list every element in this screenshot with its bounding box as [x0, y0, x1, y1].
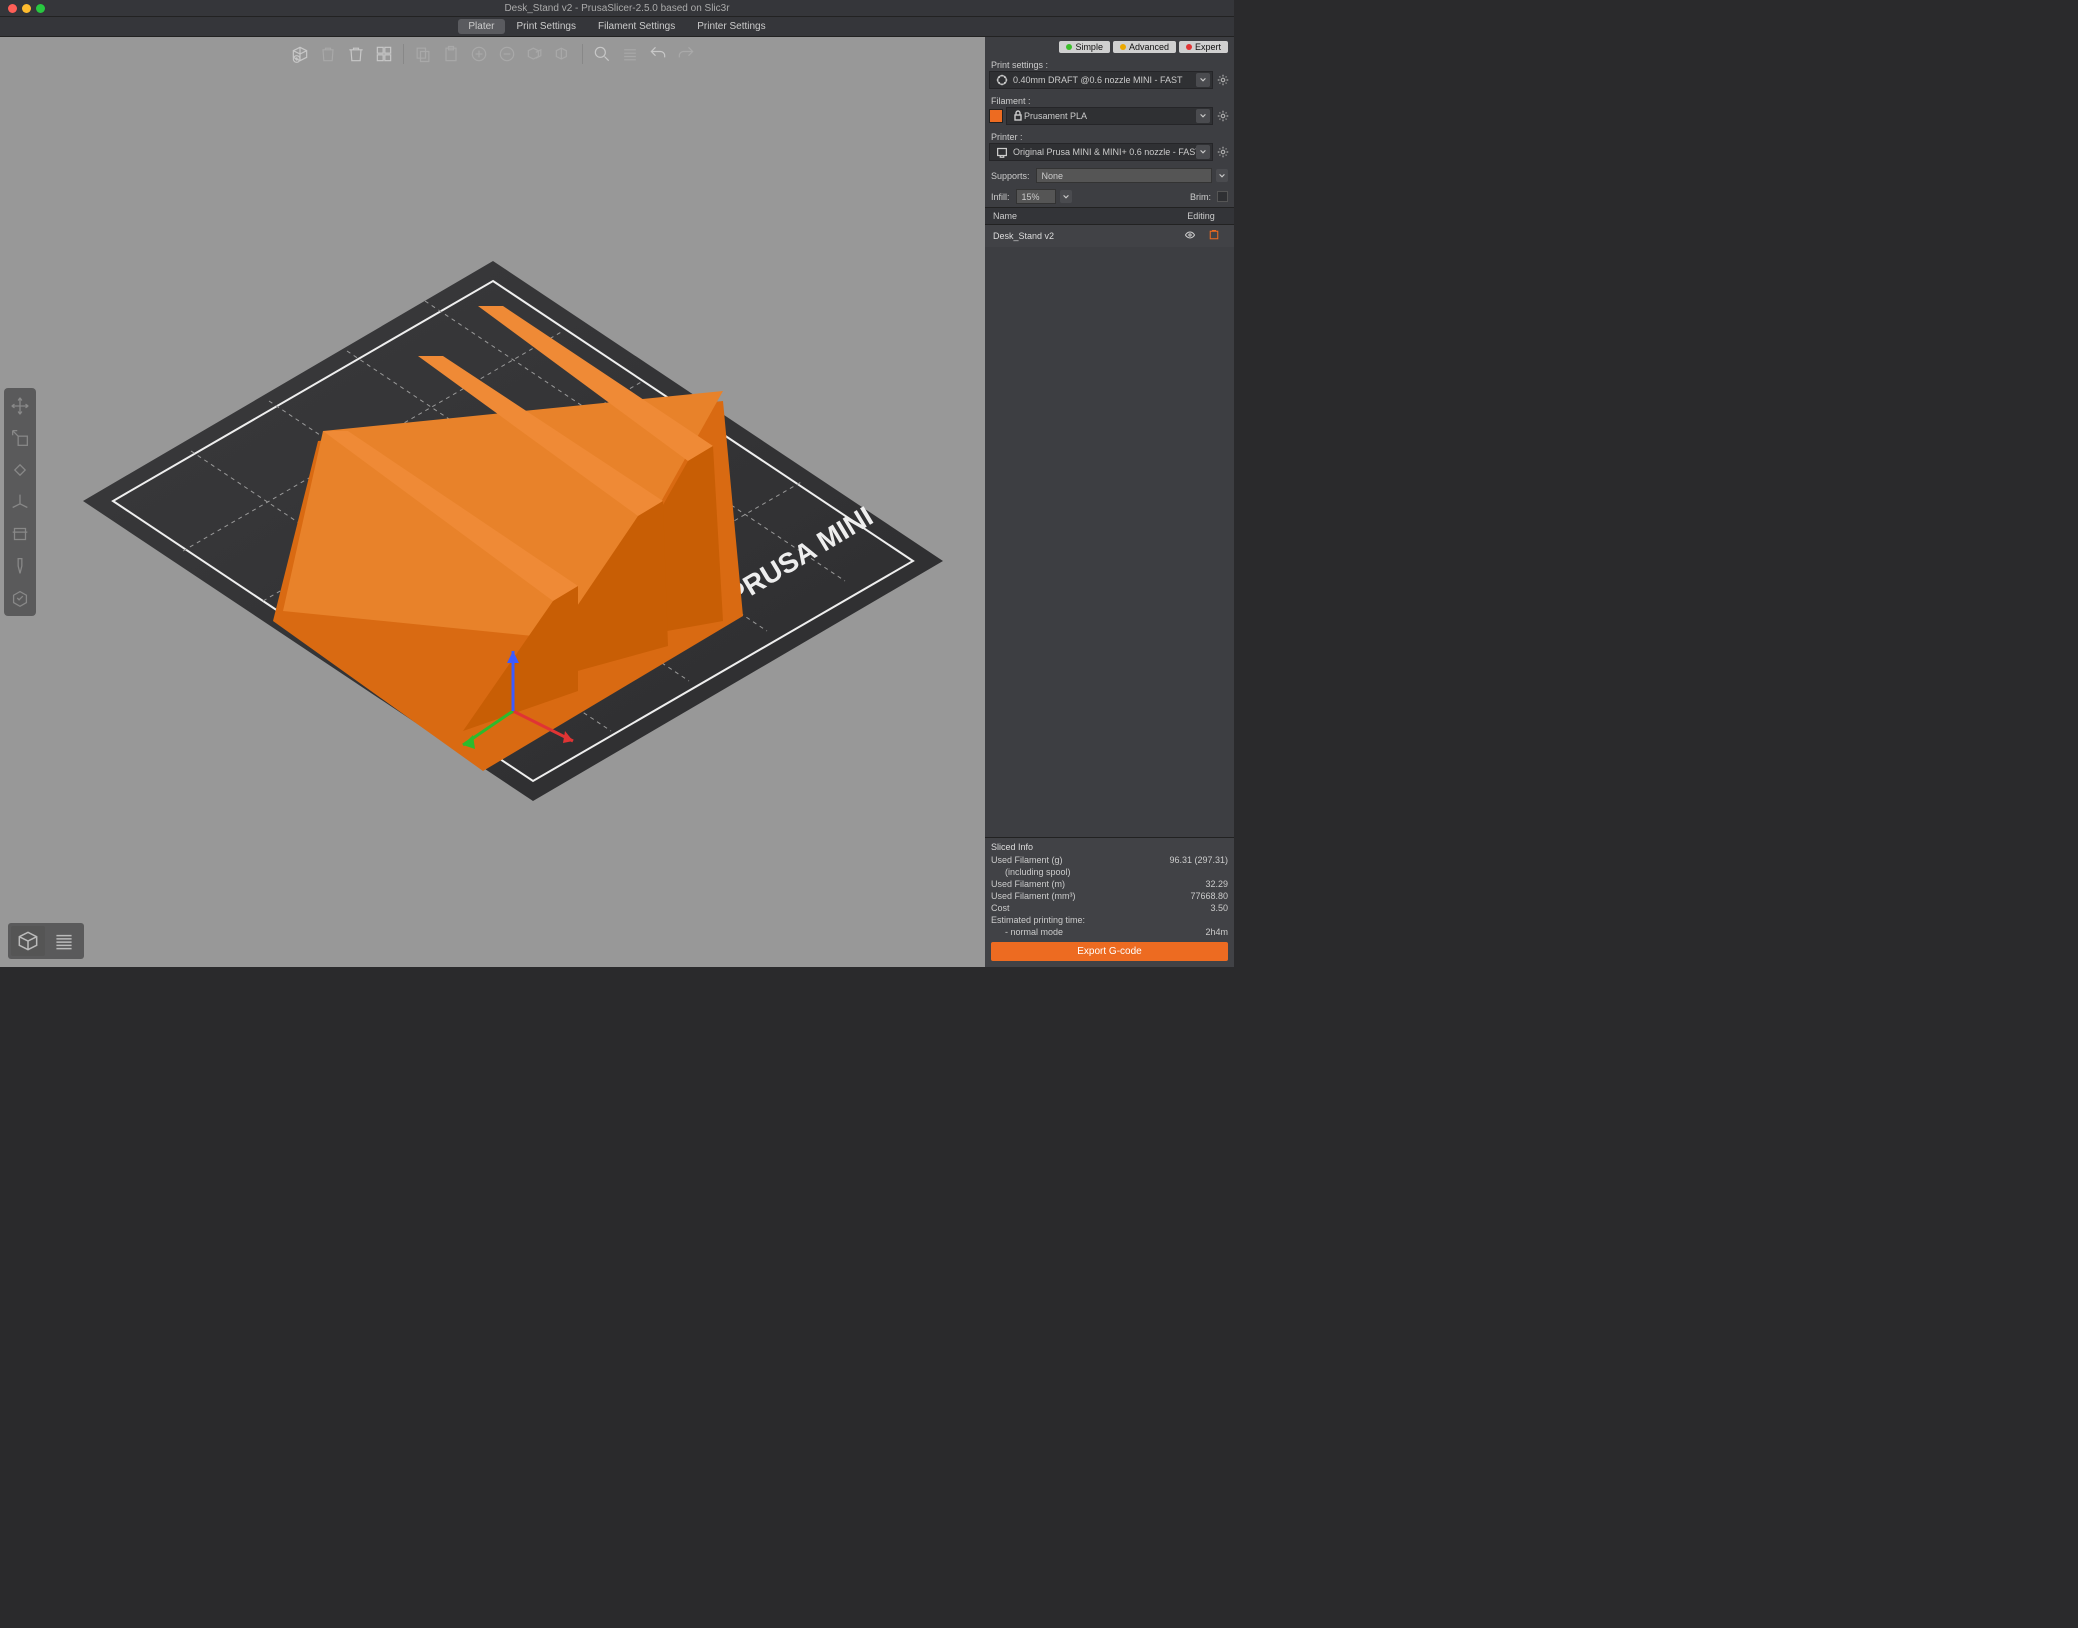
seam-painting-button[interactable]	[6, 584, 34, 612]
edit-icon[interactable]	[1202, 229, 1226, 243]
main-tab-bar: Plater Print Settings Filament Settings …	[0, 17, 1234, 37]
instance-remove-button[interactable]	[494, 42, 520, 66]
title-bar: Desk_Stand v2 - PrusaSlicer-2.5.0 based …	[0, 0, 1234, 17]
paste-button[interactable]	[438, 42, 464, 66]
view-mode-toggle	[8, 923, 84, 959]
column-editing: Editing	[1176, 211, 1226, 221]
chevron-down-icon	[1196, 145, 1210, 159]
object-list-header: Name Editing	[985, 207, 1234, 225]
delete-all-button[interactable]	[343, 42, 369, 66]
sidebar: Simple Advanced Expert Print settings : …	[985, 37, 1234, 967]
chevron-down-icon	[1216, 169, 1228, 182]
printer-dropdown[interactable]: Original Prusa MINI & MINI+ 0.6 nozzle -…	[989, 143, 1213, 161]
add-button[interactable]	[287, 42, 313, 66]
split-objects-button[interactable]	[522, 42, 548, 66]
chevron-down-icon	[1196, 73, 1210, 87]
object-list-area	[985, 247, 1234, 837]
edit-print-settings-button[interactable]	[1216, 73, 1230, 87]
tab-print-settings[interactable]: Print Settings	[507, 19, 586, 34]
top-toolbar	[287, 42, 699, 66]
copy-button[interactable]	[410, 42, 436, 66]
brim-checkbox[interactable]	[1217, 191, 1228, 202]
edit-printer-button[interactable]	[1216, 145, 1230, 159]
filament-label: Filament :	[985, 93, 1234, 107]
variable-layer-button[interactable]	[617, 42, 643, 66]
window-close-button[interactable]	[8, 4, 17, 13]
view-3d-editor-button[interactable]	[11, 926, 45, 956]
build-plate-scene: ORIGINAL PRUSA MINI	[0, 37, 985, 967]
chevron-down-icon	[1196, 109, 1210, 123]
scale-gizmo-button[interactable]	[6, 424, 34, 452]
3d-viewport[interactable]: ORIGINAL PRUSA MINI	[0, 37, 985, 967]
supports-dropdown[interactable]: None	[1036, 168, 1212, 183]
tab-printer-settings[interactable]: Printer Settings	[687, 19, 775, 34]
toolbar-separator	[403, 44, 404, 64]
left-gizmo-toolbar	[4, 388, 36, 616]
edit-filament-button[interactable]	[1216, 109, 1230, 123]
infill-label: Infill:	[991, 192, 1010, 202]
chevron-down-icon	[1060, 190, 1072, 203]
sliced-info-title: Sliced Info	[991, 842, 1228, 854]
column-name: Name	[993, 211, 1176, 221]
paint-supports-button[interactable]	[6, 552, 34, 580]
object-name: Desk_Stand v2	[993, 231, 1178, 241]
print-settings-value: 0.40mm DRAFT @0.6 nozzle MINI - FAST	[1013, 75, 1183, 85]
window-title: Desk_Stand v2 - PrusaSlicer-2.5.0 based …	[504, 3, 729, 14]
system-preset-icon	[995, 73, 1009, 87]
filament-dropdown[interactable]: Prusament PLA	[1006, 107, 1213, 125]
split-parts-button[interactable]	[550, 42, 576, 66]
instance-add-button[interactable]	[466, 42, 492, 66]
rotate-gizmo-button[interactable]	[6, 456, 34, 484]
window-maximize-button[interactable]	[36, 4, 45, 13]
brim-label: Brim:	[1190, 192, 1211, 202]
tab-plater[interactable]: Plater	[458, 19, 504, 34]
infill-dropdown[interactable]: 15%	[1016, 189, 1056, 204]
redo-button[interactable]	[673, 42, 699, 66]
tab-filament-settings[interactable]: Filament Settings	[588, 19, 685, 34]
print-settings-label: Print settings :	[985, 57, 1234, 71]
mode-advanced-button[interactable]: Advanced	[1113, 41, 1176, 53]
supports-label: Supports:	[991, 171, 1030, 181]
printer-value: Original Prusa MINI & MINI+ 0.6 nozzle -…	[1013, 147, 1201, 157]
object-list-item[interactable]: Desk_Stand v2	[985, 225, 1234, 247]
move-gizmo-button[interactable]	[6, 392, 34, 420]
window-minimize-button[interactable]	[22, 4, 31, 13]
view-preview-button[interactable]	[47, 926, 81, 956]
mode-expert-button[interactable]: Expert	[1179, 41, 1228, 53]
lock-icon	[1012, 110, 1024, 122]
sliced-info-panel: Sliced Info Used Filament (g)96.31 (297.…	[985, 837, 1234, 967]
delete-button[interactable]	[315, 42, 341, 66]
toolbar-separator	[582, 44, 583, 64]
arrange-button[interactable]	[371, 42, 397, 66]
mode-buttons: Simple Advanced Expert	[985, 37, 1234, 57]
search-button[interactable]	[589, 42, 615, 66]
export-gcode-button[interactable]: Export G-code	[991, 942, 1228, 961]
place-on-face-button[interactable]	[6, 488, 34, 516]
printer-label: Printer :	[985, 129, 1234, 143]
filament-color-swatch[interactable]	[989, 109, 1003, 123]
filament-value: Prusament PLA	[1024, 111, 1087, 121]
build-plate-render: ORIGINAL PRUSA MINI	[23, 131, 963, 831]
cut-gizmo-button[interactable]	[6, 520, 34, 548]
undo-button[interactable]	[645, 42, 671, 66]
printer-icon	[995, 145, 1009, 159]
eye-icon[interactable]	[1178, 229, 1202, 243]
print-settings-dropdown[interactable]: 0.40mm DRAFT @0.6 nozzle MINI - FAST	[989, 71, 1213, 89]
mode-simple-button[interactable]: Simple	[1059, 41, 1110, 53]
